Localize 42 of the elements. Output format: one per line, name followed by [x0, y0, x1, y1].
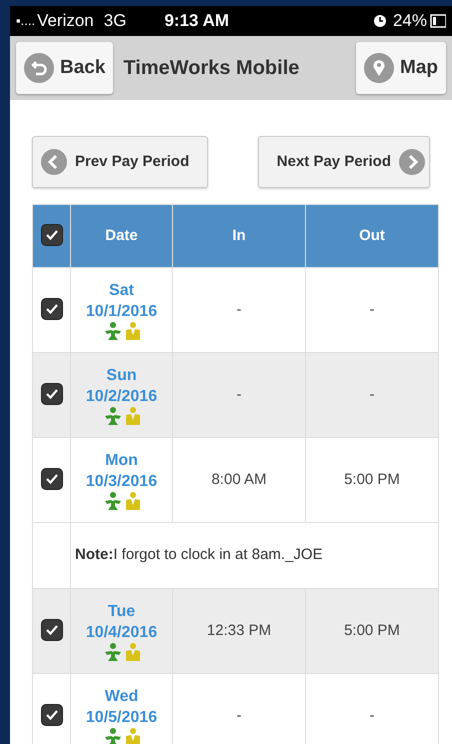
date-link[interactable]: 10/2/2016: [86, 386, 158, 407]
date-link[interactable]: 10/4/2016: [86, 622, 158, 643]
day-link[interactable]: Mon: [105, 450, 138, 471]
clock-icon: [372, 14, 387, 28]
checkmark-icon: [44, 472, 58, 485]
page-title: TimeWorks Mobile: [123, 56, 300, 81]
person-tie-icon: [124, 322, 140, 340]
date-link[interactable]: 10/3/2016: [86, 471, 158, 492]
time-text: 9:13 AM: [164, 10, 230, 32]
network-text: 3G: [104, 10, 126, 32]
prev-pay-period-button[interactable]: Prev Pay Period: [32, 136, 208, 188]
day-link[interactable]: Sun: [106, 365, 137, 386]
person-tie-icon: [124, 643, 140, 661]
back-button[interactable]: Back: [16, 42, 114, 94]
battery-icon: [430, 14, 446, 28]
checkbox[interactable]: [40, 298, 62, 320]
day-link[interactable]: Sat: [109, 280, 134, 301]
location-pin-icon: [364, 53, 394, 83]
day-link[interactable]: Wed: [104, 686, 138, 707]
date-link[interactable]: 10/5/2016: [86, 707, 158, 728]
checkbox[interactable]: [40, 382, 62, 405]
left-chevron-icon: [41, 149, 67, 175]
signal-text: ▪....: [16, 12, 36, 30]
right-chevron-icon: [399, 149, 425, 175]
checkbox[interactable]: [40, 224, 62, 246]
checkmark-icon: [44, 302, 58, 315]
checkmark-icon: [44, 708, 58, 721]
map-button[interactable]: Map: [356, 42, 446, 94]
checkmark-icon: [44, 624, 58, 636]
checkmark-icon: [44, 228, 58, 241]
day-link[interactable]: Tue: [108, 601, 136, 622]
carrier-text: Verizon: [37, 10, 94, 32]
next-pay-period-button[interactable]: Next Pay Period: [258, 136, 430, 188]
checkbox[interactable]: [40, 468, 62, 490]
person-tie-icon: [124, 492, 140, 510]
battery-text: 24%: [392, 10, 427, 32]
checkbox[interactable]: [40, 618, 62, 641]
checkmark-icon: [44, 388, 58, 400]
person-tie-icon: [124, 728, 140, 744]
checkbox[interactable]: [40, 704, 62, 726]
person-tie-icon: [124, 407, 140, 425]
date-link[interactable]: 10/1/2016: [86, 301, 158, 322]
